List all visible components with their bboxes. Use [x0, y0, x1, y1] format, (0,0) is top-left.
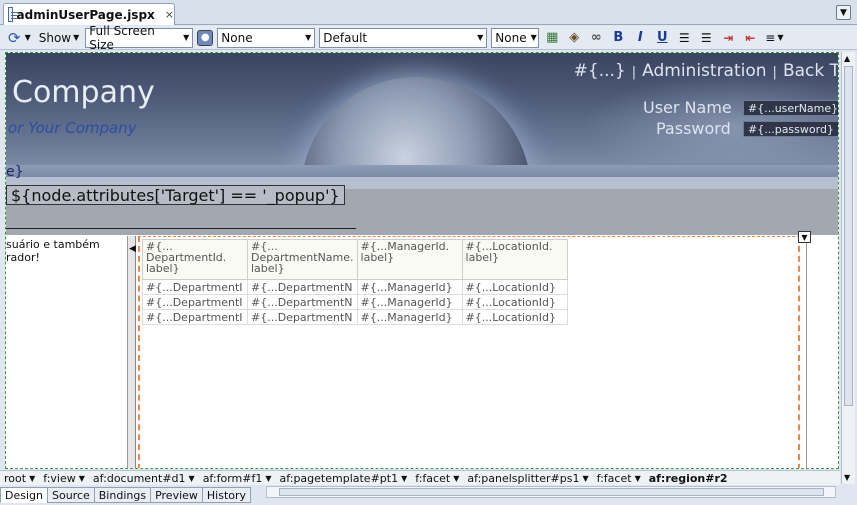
column-header[interactable]: #{... DepartmentName. label} — [247, 239, 358, 280]
table-cell: #{...LocationId} — [461, 294, 568, 310]
panel-splitter[interactable]: ◀ — [128, 236, 136, 468]
column-header[interactable]: #{...LocationId. label} — [461, 239, 568, 280]
scroll-down-icon[interactable]: ▼ — [844, 473, 850, 482]
password-field[interactable]: #{...password} — [743, 121, 838, 137]
scroll-up-icon[interactable]: ▲ — [844, 54, 850, 63]
globe-image — [301, 77, 531, 165]
table-row[interactable]: #{...DepartmentI #{...DepartmentN #{...M… — [142, 309, 568, 325]
table-cell: #{...ManagerId} — [356, 294, 463, 310]
breadcrumb-item-current[interactable]: af:region#r2 — [645, 472, 732, 485]
page-banner: Company or Your Company #{...} | Administr… — [6, 53, 839, 165]
table-cell: #{...DepartmentN — [247, 309, 358, 325]
column-header[interactable]: #{... DepartmentId. label} — [142, 239, 248, 280]
cloud-image — [580, 73, 838, 163]
table-row[interactable]: #{...DepartmentI #{...DepartmentN #{...M… — [142, 279, 568, 295]
tab-source[interactable]: Source — [46, 487, 95, 503]
style-class-dropdown[interactable]: None ▼ — [217, 27, 316, 48]
table-cell: #{...DepartmentN — [247, 279, 358, 295]
tab-history[interactable]: History — [201, 487, 252, 503]
indent-icon[interactable]: ⇥ — [719, 29, 737, 47]
breadcrumb-item[interactable]: root ▼ — [0, 472, 39, 485]
table-cell: #{...DepartmentI — [142, 294, 248, 310]
outdent-icon[interactable]: ⇤ — [741, 29, 759, 47]
collapse-left-icon[interactable]: ◀ — [129, 244, 136, 254]
left-panel: suário e também rador! — [6, 236, 128, 468]
divider-line — [6, 228, 356, 229]
ordered-list-icon[interactable]: ☰ — [675, 29, 693, 47]
editor-tabbar: adminUserPage.jspx × ▼ — [0, 0, 857, 25]
username-label: User Name — [643, 98, 732, 117]
close-tab-icon[interactable]: × — [165, 8, 174, 21]
tab-list-dropdown-button[interactable]: ▼ — [836, 5, 851, 20]
company-title: Company — [12, 75, 155, 110]
el-expression-fragment: e} — [6, 164, 24, 180]
nav-back-link[interactable]: Back T — [783, 61, 838, 81]
left-panel-text-line1: suário e também — [6, 238, 100, 251]
nav-administration-link[interactable]: Administration — [642, 61, 766, 81]
table-cell: #{...ManagerId} — [356, 309, 463, 325]
region-menu-button[interactable]: ▼ — [798, 231, 811, 243]
jspx-file-icon — [8, 7, 18, 22]
format-painter-icon[interactable]: ▦ — [543, 29, 561, 47]
screen-size-dropdown[interactable]: Full Screen Size ▼ — [85, 24, 194, 52]
font-dropdown[interactable]: None ▼ — [491, 27, 540, 48]
component-breadcrumb: root ▼ f:view ▼ af:document#d1 ▼ af:form#f1… — [0, 470, 840, 485]
table-cell: #{...DepartmentI — [142, 309, 248, 325]
breadcrumb-item[interactable]: af:document#d1 ▼ — [89, 472, 199, 485]
css-dropdown[interactable]: Default ▼ — [319, 27, 488, 48]
breadcrumb-item[interactable]: f:facet ▼ — [411, 472, 463, 485]
table-cell: #{...DepartmentI — [142, 279, 248, 295]
table-cell: #{...DepartmentN — [247, 294, 358, 310]
tab-bindings[interactable]: Bindings — [93, 487, 152, 503]
breadcrumb-item[interactable]: af:panelsplitter#ps1 ▼ — [463, 472, 592, 485]
editor-tab-title: adminUserPage.jspx — [16, 7, 155, 22]
align-dropdown[interactable]: ≡ ▼ — [763, 28, 785, 48]
nav-expression-link[interactable]: #{...} — [574, 61, 626, 81]
company-slogan: or Your Company — [8, 119, 137, 137]
unordered-list-icon[interactable]: ☰ — [697, 29, 715, 47]
fill-color-icon[interactable]: ◈ — [565, 29, 583, 47]
underline-icon[interactable]: U — [653, 29, 671, 47]
editor-toolbar: ⟳ ▼ Show ▼ Full Screen Size ▼ ● None ▼ Defau… — [0, 24, 857, 52]
table-header-row: #{... DepartmentId. label} #{... Departm… — [142, 239, 568, 280]
column-header[interactable]: #{...ManagerId. label} — [356, 239, 463, 280]
link-icon[interactable]: ∞ — [587, 29, 605, 47]
refresh-button[interactable]: ⟳ ▼ — [6, 28, 33, 48]
table-cell: #{...LocationId} — [461, 279, 568, 295]
vertical-scrollbar[interactable]: ▲ ▼ — [841, 52, 855, 484]
breadcrumb-item[interactable]: af:pagetemplate#pt1 ▼ — [276, 472, 412, 485]
align-icon: ≡ — [765, 30, 776, 45]
editor-tab[interactable]: adminUserPage.jspx × — [3, 3, 175, 25]
table-row[interactable]: #{...DepartmentI #{...DepartmentN #{...M… — [142, 294, 568, 310]
breadcrumb-item[interactable]: f:view ▼ — [39, 472, 89, 485]
top-navigation: #{...} | Administration | Back T — [573, 61, 839, 81]
refresh-icon: ⟳ — [8, 28, 21, 47]
show-menu-button[interactable]: Show ▼ — [37, 28, 82, 48]
breadcrumb-item[interactable]: f:facet ▼ — [593, 472, 645, 485]
skin-icon[interactable]: ● — [197, 29, 214, 46]
design-canvas[interactable]: Company or Your Company #{...} | Administr… — [5, 52, 839, 469]
right-column — [806, 236, 838, 468]
breadcrumb-item[interactable]: af:form#f1 ▼ — [199, 472, 276, 485]
password-label: Password — [656, 119, 731, 138]
tab-preview[interactable]: Preview — [150, 487, 203, 503]
horizontal-scrollbar[interactable] — [266, 486, 836, 498]
table-cell: #{...LocationId} — [461, 309, 568, 325]
target-expression[interactable]: ${node.attributes['Target'] == '_popup'} — [6, 185, 345, 205]
vertical-scroll-thumb[interactable] — [844, 66, 853, 406]
italic-icon[interactable]: I — [631, 29, 649, 47]
departments-table: #{... DepartmentId. label} #{... Departm… — [142, 239, 568, 325]
tab-design[interactable]: Design — [0, 487, 48, 503]
table-cell: #{...ManagerId} — [356, 279, 463, 295]
left-panel-text-line2: rador! — [6, 251, 40, 264]
bold-icon[interactable]: B — [609, 29, 627, 47]
username-field[interactable]: #{...userName} — [743, 100, 838, 116]
horizontal-scroll-thumb[interactable] — [279, 488, 824, 496]
